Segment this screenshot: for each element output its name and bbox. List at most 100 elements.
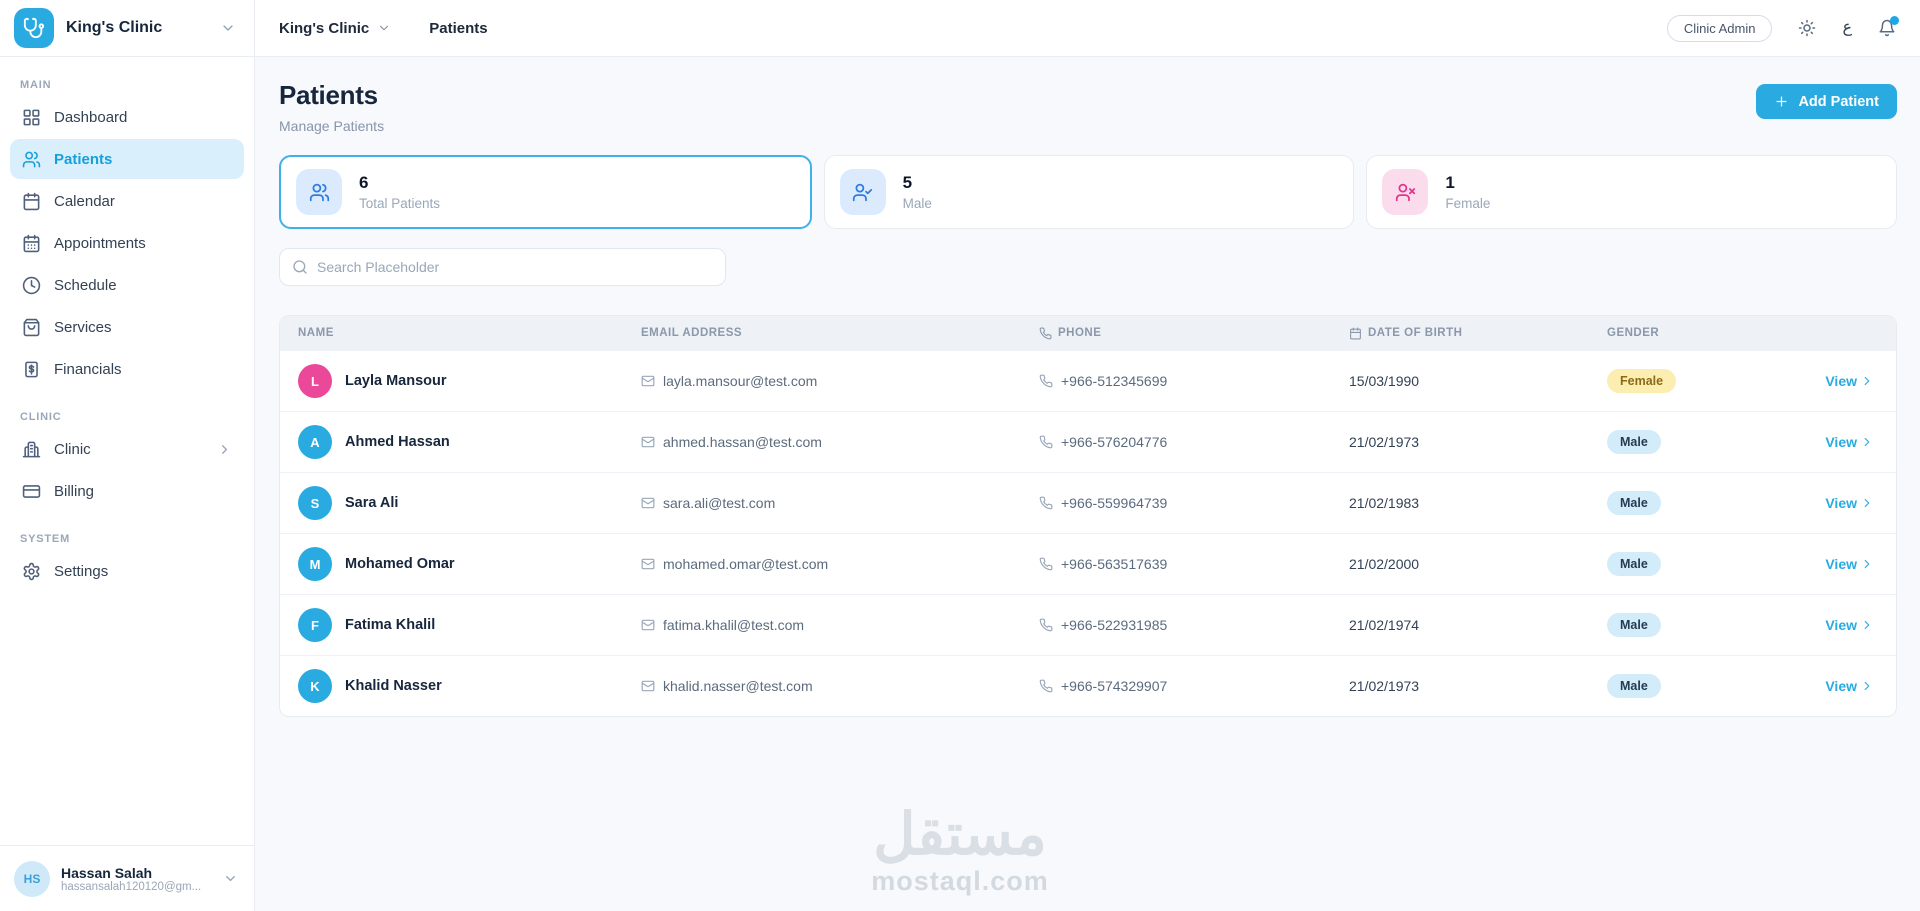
breadcrumb-clinic-selector[interactable]: King's Clinic: [279, 20, 391, 37]
patient-phone: +966-563517639: [1061, 556, 1168, 572]
stat-value: 1: [1445, 173, 1455, 192]
content: Patients Manage Patients Add Patient 6 T…: [255, 57, 1920, 911]
sidebar-item-clinic[interactable]: Clinic: [10, 429, 244, 469]
view-patient-link[interactable]: View: [1825, 556, 1874, 572]
sidebar-item-label: Patients: [54, 150, 113, 168]
language-toggle-button[interactable]: ع: [1842, 20, 1852, 36]
avatar: S: [298, 486, 332, 520]
mail-icon: [641, 558, 655, 570]
view-patient-link[interactable]: View: [1825, 495, 1874, 511]
add-patient-button[interactable]: Add Patient: [1756, 84, 1897, 119]
patients-table: NAME EMAIL ADDRESS PHONE DATE OF BIRTH G…: [279, 315, 1897, 717]
patient-email: khalid.nasser@test.com: [663, 678, 813, 694]
user-menu[interactable]: HS Hassan Salah hassansalah120120@gm...: [0, 845, 254, 911]
patients-users-icon: [22, 150, 41, 169]
gender-badge: Male: [1607, 430, 1661, 454]
dollar-receipt-icon: [22, 360, 41, 379]
mail-icon: [641, 619, 655, 631]
phone-icon: [1039, 618, 1053, 632]
patient-name: Fatima Khalil: [345, 617, 436, 633]
avatar: M: [298, 547, 332, 581]
view-patient-link[interactable]: View: [1825, 434, 1874, 450]
sidebar-item-dashboard[interactable]: Dashboard: [10, 97, 244, 137]
sidebar-item-financials[interactable]: Financials: [10, 349, 244, 389]
chevron-down-icon: [220, 20, 236, 36]
clock-icon: [22, 276, 41, 295]
sidebar-item-settings[interactable]: Settings: [10, 551, 244, 591]
sidebar-item-label: Calendar: [54, 192, 115, 210]
credit-card-icon: [22, 482, 41, 501]
sidebar-item-label: Financials: [54, 360, 122, 378]
clinic-switcher[interactable]: King's Clinic: [0, 0, 254, 57]
search-input[interactable]: [317, 259, 713, 275]
nav-section-clinic: CLINIC: [20, 411, 62, 423]
breadcrumb-clinic-label: King's Clinic: [279, 19, 370, 37]
phone-icon: [1039, 557, 1053, 571]
gender-badge: Male: [1607, 552, 1661, 576]
search-icon: [293, 260, 307, 274]
patient-name: Ahmed Hassan: [345, 434, 450, 450]
col-header-email: EMAIL ADDRESS: [641, 327, 743, 339]
notifications-button[interactable]: [1878, 16, 1899, 37]
view-patient-link[interactable]: View: [1825, 617, 1874, 633]
patient-dob: 15/03/1990: [1349, 373, 1420, 389]
stat-value: 6: [359, 173, 369, 192]
view-patient-link[interactable]: View: [1825, 678, 1874, 694]
users-icon: [296, 169, 342, 215]
page-subtitle: Manage Patients: [279, 118, 385, 134]
patient-dob: 21/02/1974: [1349, 617, 1420, 633]
chevron-right-icon: [1864, 559, 1870, 569]
sidebar-item-calendar[interactable]: Calendar: [10, 181, 244, 221]
stat-label: Female: [1445, 196, 1491, 211]
sidebar-item-appointments[interactable]: Appointments: [10, 223, 244, 263]
sidebar-item-label: Appointments: [54, 234, 146, 252]
main-area: King's Clinic Patients Clinic Admin ع Pa: [255, 0, 1920, 911]
view-patient-link[interactable]: View: [1825, 373, 1874, 389]
patient-phone: +966-522931985: [1061, 617, 1168, 633]
brand-name: King's Clinic: [66, 19, 163, 36]
sidebar-item-services[interactable]: Services: [10, 307, 244, 347]
patient-dob: 21/02/1973: [1349, 434, 1420, 450]
sidebar-item-schedule[interactable]: Schedule: [10, 265, 244, 305]
nav-section-system: SYSTEM: [20, 533, 71, 545]
stat-card-total-patients[interactable]: 6 Total Patients: [279, 155, 812, 229]
building-icon: [22, 440, 41, 459]
stat-value: 5: [902, 173, 913, 192]
role-badge: Clinic Admin: [1666, 14, 1773, 42]
sidebar-item-label: Clinic: [54, 440, 91, 458]
phone-icon: [1039, 435, 1053, 449]
patient-email: layla.mansour@test.com: [663, 373, 818, 389]
phone-icon: [1039, 374, 1053, 388]
patient-name: Layla Mansour: [345, 373, 447, 389]
sidebar-item-label: Settings: [54, 562, 109, 580]
sun-icon: [1799, 19, 1816, 37]
theme-toggle-button[interactable]: [1798, 19, 1816, 37]
user-check-icon: [839, 169, 886, 215]
calendar-days-icon: [22, 234, 41, 253]
col-header-gender: GENDER: [1607, 327, 1660, 339]
search-box: [279, 248, 726, 286]
sidebar-item-billing[interactable]: Billing: [10, 471, 244, 511]
col-header-phone: PHONE: [1039, 327, 1349, 340]
sidebar-item-label: Billing: [54, 482, 95, 500]
avatar: K: [298, 669, 332, 703]
phone-icon: [1039, 496, 1053, 510]
table-row: L Layla Mansour layla.mansour@test.com +…: [280, 350, 1896, 411]
avatar: HS: [14, 860, 50, 897]
gear-icon: [22, 562, 41, 581]
table-header-row: NAME EMAIL ADDRESS PHONE DATE OF BIRTH G…: [280, 316, 1896, 350]
patient-phone: +966-576204776: [1061, 434, 1168, 450]
patient-phone: +966-559964739: [1061, 495, 1168, 511]
patient-email: sara.ali@test.com: [663, 495, 776, 511]
app-window: King's Clinic MAIN Dashboard Patients Ca…: [0, 0, 1920, 911]
patient-phone: +966-574329907: [1061, 678, 1168, 694]
plus-icon: [1776, 96, 1787, 107]
mail-icon: [641, 436, 655, 448]
gender-badge: Female: [1607, 369, 1677, 393]
stats-row: 6 Total Patients 5 Male 1 Female: [279, 155, 1898, 229]
sidebar-item-patients[interactable]: Patients: [10, 139, 244, 179]
stat-card-female[interactable]: 1 Female: [1366, 155, 1898, 229]
stat-card-male[interactable]: 5 Male: [823, 155, 1355, 229]
sidebar-item-label: Schedule: [54, 276, 117, 294]
mail-icon: [641, 375, 655, 387]
